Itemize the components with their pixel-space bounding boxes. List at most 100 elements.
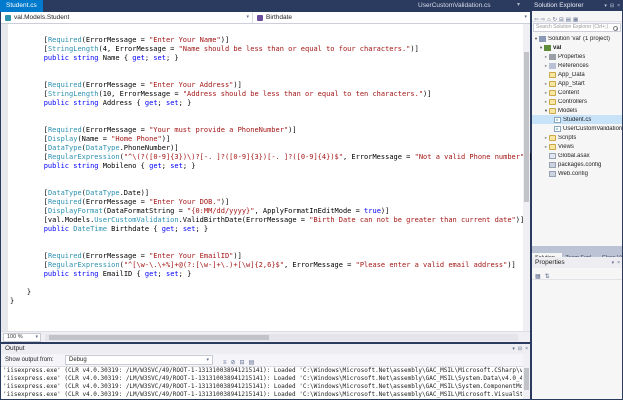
tree-item-label: Web.config bbox=[558, 170, 588, 177]
tree-item-web-config[interactable]: Web.config bbox=[532, 169, 622, 178]
tree-item-properties[interactable]: ▸ Properties bbox=[532, 52, 622, 61]
tree-item-scripts[interactable]: ▸ Scripts bbox=[532, 133, 622, 142]
tree-item-label: Global.asax bbox=[558, 152, 590, 159]
tab-overflow-chevron-icon[interactable]: ▾ bbox=[517, 1, 520, 8]
close-icon[interactable]: × bbox=[525, 346, 528, 352]
document-tab-bar: Student.cs UserCustomValidation.cs ▾ bbox=[0, 0, 530, 12]
output-line: 'iisexpress.exe' (CLR v4.0.30319: /LM/W3… bbox=[3, 375, 522, 382]
tree-item-label: App_Data bbox=[558, 71, 585, 78]
solution-explorer-search-box[interactable]: Search Solution Explorer (Ctrl+;) bbox=[533, 23, 621, 32]
type-dropdown-value: val.Models.Student bbox=[14, 14, 70, 21]
tree-item-app-data[interactable]: App_Data bbox=[532, 70, 622, 79]
close-icon[interactable]: × bbox=[617, 260, 620, 266]
tree-item-label: packages.config bbox=[558, 161, 602, 168]
folder-icon bbox=[549, 80, 556, 87]
csfile-icon bbox=[554, 125, 561, 132]
code-line: [StringLength(10, ErrorMessage = "Addres… bbox=[10, 90, 432, 98]
tree-item-controllers[interactable]: ▸ Controllers bbox=[532, 97, 622, 106]
output-line: 'iisexpress.exe' (CLR v4.0.30319: /LM/W3… bbox=[3, 383, 522, 390]
dock-chevron-icon[interactable]: ▾ bbox=[512, 346, 515, 352]
output-panel: Output ▾ ⊟ × Show output from: Debug ▾ ≡ ⊘ ⊟… bbox=[1, 344, 530, 399]
tree-item-solution-val-1-project[interactable]: ▾ Solution 'val' (1 project) bbox=[532, 34, 622, 43]
output-source-dropdown[interactable]: Debug ▾ bbox=[65, 355, 213, 365]
tree-item-app-start[interactable]: ▸ App_Start bbox=[532, 79, 622, 88]
tree-item-label: App_Start bbox=[558, 80, 585, 87]
output-log[interactable]: 'iisexpress.exe' (CLR v4.0.30319: /LM/W3… bbox=[3, 367, 522, 398]
code-line: [RegularExpression("^\(?([0-9]{3})\)?[-.… bbox=[10, 153, 533, 161]
tree-item-usercustomvalidation-cs[interactable]: UserCustomValidation.cs bbox=[532, 124, 622, 133]
search-icon bbox=[613, 26, 618, 31]
solution-explorer-header-icons: ▾ ⊟ × bbox=[601, 0, 620, 11]
scrollbar-thumb[interactable] bbox=[49, 335, 269, 340]
tree-item-content[interactable]: ▸ Content bbox=[532, 88, 622, 97]
code-line: public string Address { get; set; } bbox=[43, 99, 192, 107]
class-icon bbox=[5, 15, 11, 21]
code-lines: [Required(ErrorMessage = "Enter Your Nam… bbox=[10, 27, 533, 306]
tree-item-label: Controllers bbox=[558, 98, 588, 105]
dock-chevron-icon[interactable]: ▾ bbox=[612, 260, 615, 266]
solution-explorer-title: Solution Explorer bbox=[534, 2, 584, 9]
tree-item-label: Properties bbox=[558, 53, 586, 60]
output-header-icons: ▾ ⊟ × bbox=[509, 344, 528, 354]
code-editor[interactable]: [Required(ErrorMessage = "Enter Your Nam… bbox=[1, 24, 533, 331]
folder-icon bbox=[549, 134, 556, 141]
goto-message-icon[interactable]: ≡ bbox=[223, 360, 227, 366]
code-line: [Required(ErrorMessage = "Enter Your DOB… bbox=[10, 198, 230, 206]
tree-item-label: References bbox=[558, 62, 589, 69]
tree-item-global-asax[interactable]: Global.asax bbox=[532, 151, 622, 160]
close-icon[interactable]: × bbox=[617, 3, 620, 9]
folder-icon bbox=[549, 71, 556, 78]
zoom-value: 100 % bbox=[7, 334, 23, 340]
pin-icon[interactable]: ⊟ bbox=[518, 346, 522, 352]
tree-item-student-cs[interactable]: Student.cs bbox=[532, 115, 622, 124]
code-line: [Required(ErrorMessage = "Your must prov… bbox=[10, 126, 297, 134]
tab-usercustomvalidation-cs[interactable]: UserCustomValidation.cs bbox=[418, 0, 491, 12]
csfile-icon bbox=[554, 116, 561, 123]
clear-all-icon[interactable]: ⊘ bbox=[231, 360, 236, 366]
dock-chevron-icon[interactable]: ▾ bbox=[604, 3, 607, 9]
property-icon bbox=[257, 15, 263, 21]
output-line: 'iisexpress.exe' (CLR v4.0.30319: /LM/W3… bbox=[3, 391, 522, 398]
file-icon bbox=[549, 152, 556, 159]
tree-item-label: Models bbox=[558, 107, 578, 114]
output-line: 'iisexpress.exe' (CLR v4.0.30319: /LM/W3… bbox=[3, 367, 522, 374]
editor-vertical-scrollbar[interactable] bbox=[523, 24, 530, 331]
code-line: [DataType(DataType.PhoneNumber)] bbox=[10, 144, 179, 152]
output-toolbar: Show output from: Debug ▾ ≡ ⊘ ⊟ ▤ bbox=[1, 354, 530, 367]
member-dropdown[interactable]: Birthdate ▾ bbox=[253, 12, 530, 23]
editor-horizontal-scrollbar[interactable] bbox=[45, 334, 518, 341]
output-vertical-scrollbar[interactable] bbox=[523, 354, 530, 399]
folder-icon bbox=[549, 98, 556, 105]
collapse-icon[interactable]: ⊟ bbox=[240, 360, 245, 366]
code-line: [DisplayFormat(DataFormatString = "{0:MM… bbox=[10, 207, 390, 215]
scrollbar-thumb[interactable] bbox=[524, 368, 529, 390]
solution-explorer-header[interactable]: Solution Explorer ▾ ⊟ × bbox=[532, 0, 622, 11]
tree-item-packages-config[interactable]: packages.config bbox=[532, 160, 622, 169]
zoom-dropdown[interactable]: 100 % ▾ bbox=[3, 333, 41, 342]
tree-item-views[interactable]: ▸ Views bbox=[532, 142, 622, 151]
chevron-down-icon: ▾ bbox=[524, 14, 527, 20]
scrollbar-thumb[interactable] bbox=[524, 52, 529, 202]
properties-body bbox=[532, 280, 622, 399]
output-title-label: Output bbox=[5, 345, 25, 352]
pin-icon[interactable]: ⊟ bbox=[610, 3, 614, 9]
tab-student-cs[interactable]: Student.cs bbox=[0, 0, 43, 12]
references-icon bbox=[549, 62, 556, 69]
code-line: } bbox=[10, 297, 15, 305]
output-panel-header[interactable]: Output ▾ ⊟ × bbox=[1, 344, 530, 354]
breakpoint-margin[interactable] bbox=[1, 24, 8, 331]
tree-item-models[interactable]: ▾ Models bbox=[532, 106, 622, 115]
tree-item-val[interactable]: ▾ val bbox=[532, 43, 622, 52]
word-wrap-icon[interactable]: ▤ bbox=[249, 360, 255, 366]
tree-item-references[interactable]: ▸ References bbox=[532, 61, 622, 70]
tree-item-label: Solution 'val' (1 project) bbox=[548, 35, 610, 42]
type-dropdown[interactable]: val.Models.Student ▾ bbox=[1, 12, 253, 23]
config-icon bbox=[549, 161, 556, 168]
properties-panel-header[interactable]: Properties ▾ × bbox=[532, 257, 622, 268]
tool-panel-tab-strip: Solution...Team Expl...Class View bbox=[532, 246, 622, 257]
